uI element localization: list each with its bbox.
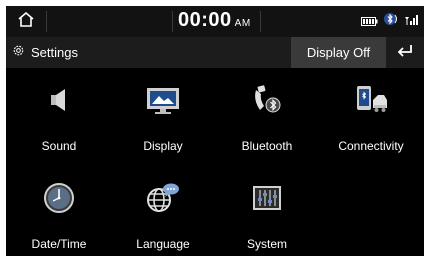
settings-screen: 00:00 AM Settings Display Off Sound Disp… [6, 6, 424, 256]
speaker-icon [39, 80, 79, 120]
divider [172, 11, 173, 32]
clock-ampm: AM [234, 18, 251, 29]
divider [260, 11, 261, 32]
equalizer-icon [247, 178, 287, 218]
connectivity-icon [351, 80, 391, 120]
bluetooth-phone-icon [247, 80, 287, 120]
bluetooth-phone-icon [383, 12, 399, 31]
divider [46, 11, 47, 32]
back-button[interactable] [386, 37, 424, 68]
globe-icon [143, 178, 183, 218]
menu-item-date-time[interactable]: Date/Time [7, 166, 111, 256]
menu-item-label: Language [136, 237, 190, 251]
menu-item-label: Display [143, 139, 183, 153]
menu-item-language[interactable]: Language [111, 166, 215, 256]
menu-item-label: Connectivity [338, 139, 404, 153]
display-off-button[interactable]: Display Off [291, 37, 386, 68]
home-icon [17, 11, 35, 33]
menu-item-system[interactable]: System [215, 166, 319, 256]
menu-item-sound[interactable]: Sound [7, 68, 111, 158]
menu-item-display[interactable]: Display [111, 68, 215, 158]
menu-item-connectivity[interactable]: Connectivity [319, 68, 423, 158]
menu-item-label: System [246, 237, 287, 251]
page-title-text: Settings [31, 45, 78, 60]
menu-item-label: Bluetooth [241, 139, 293, 153]
signal-icon [404, 13, 418, 31]
menu-item-bluetooth[interactable]: Bluetooth [215, 68, 319, 158]
clock[interactable]: 00:00 AM [178, 9, 258, 32]
home-button[interactable] [6, 6, 46, 37]
status-bar: 00:00 AM [6, 6, 424, 37]
menu-item-label: Sound [41, 139, 77, 153]
battery-icon [361, 13, 378, 31]
page-title: Settings [12, 37, 78, 68]
menu-item-label: Date/Time [31, 237, 87, 251]
clock-time: 00:00 [178, 9, 232, 31]
back-arrow-icon [396, 43, 414, 62]
gear-icon [12, 44, 25, 62]
settings-grid: Sound Display Bluetooth Connectivity Dat… [6, 68, 424, 256]
clock-icon [39, 178, 79, 218]
title-bar: Settings Display Off [6, 37, 424, 68]
monitor-icon [143, 80, 183, 120]
status-icons [361, 12, 418, 31]
